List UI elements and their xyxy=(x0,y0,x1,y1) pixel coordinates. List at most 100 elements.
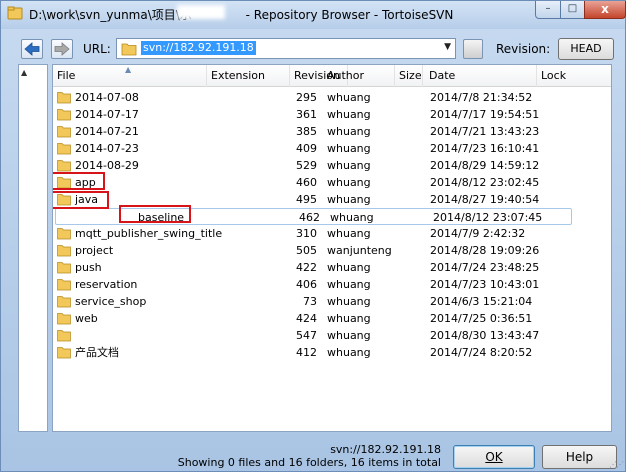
revision-cell: 422 xyxy=(296,261,317,274)
file-name: 2014-07-17 xyxy=(75,108,139,121)
author-cell: whuang xyxy=(327,91,371,104)
date-cell: 2014/7/24 23:48:25 xyxy=(430,261,540,274)
date-cell: 2014/8/30 13:43:47 xyxy=(430,329,540,342)
close-button[interactable]: x xyxy=(584,1,626,19)
file-name: 2014-07-21 xyxy=(75,125,139,138)
table-row[interactable]: 2014-07-21 385 whuang 2014/7/21 13:43:23 xyxy=(53,123,611,140)
table-row[interactable]: 2014-07-23 409 whuang 2014/7/23 16:10:41 xyxy=(53,140,611,157)
author-cell: whuang xyxy=(327,142,371,155)
file-name: 产品文档 xyxy=(75,346,119,359)
folder-icon xyxy=(57,126,71,138)
ok-button[interactable]: OK xyxy=(453,445,535,469)
revision-cell: 529 xyxy=(296,159,317,172)
table-row[interactable]: service_shop 73 whuang 2014/6/3 15:21:04 xyxy=(53,293,611,310)
table-row[interactable]: 2014-07-17 361 whuang 2014/7/17 19:54:51 xyxy=(53,106,611,123)
author-cell: whuang xyxy=(327,278,371,291)
folder-icon xyxy=(57,313,71,325)
url-label: URL: xyxy=(83,42,111,56)
table-row[interactable]: push 422 whuang 2014/7/24 23:48:25 xyxy=(53,259,611,276)
file-list[interactable]: File ▲ Extension Revision Author Size Da… xyxy=(52,64,612,432)
url-input[interactable]: svn://182.92.191.18 xyxy=(141,41,256,55)
table-row[interactable]: 547 whuang 2014/8/30 13:43:47 xyxy=(53,327,611,344)
revision-picker-icon[interactable] xyxy=(463,39,483,59)
file-name: service_shop xyxy=(75,295,147,308)
column-header-size[interactable]: Size xyxy=(395,65,423,87)
author-cell: whuang xyxy=(327,108,371,121)
author-cell: whuang xyxy=(327,227,371,240)
tree-expand-icon[interactable]: ▲ xyxy=(21,68,27,77)
help-button[interactable]: Help xyxy=(542,445,617,469)
revision-cell: 385 xyxy=(296,125,317,138)
author-cell: whuang xyxy=(327,295,371,308)
author-cell: whuang xyxy=(327,193,371,206)
annotation-box-app xyxy=(53,172,105,190)
title-bar[interactable]: D:\work\svn_yunma\项目\示 - Repository Brow… xyxy=(1,1,626,29)
file-name: web xyxy=(75,312,98,325)
revision-label: Revision: xyxy=(496,42,551,56)
revision-cell: 412 xyxy=(296,346,317,359)
author-cell: whuang xyxy=(327,125,371,138)
folder-icon xyxy=(57,92,71,104)
folder-icon xyxy=(57,109,71,121)
date-cell: 2014/7/17 19:54:51 xyxy=(430,108,540,121)
date-cell: 2014/7/25 0:36:51 xyxy=(430,312,533,325)
folder-icon xyxy=(57,347,71,359)
author-cell: whuang xyxy=(327,312,371,325)
date-cell: 2014/7/24 8:20:52 xyxy=(430,346,533,359)
author-cell: whuang xyxy=(327,176,371,189)
forward-button[interactable] xyxy=(51,39,73,59)
folder-icon xyxy=(57,262,71,274)
chevron-down-icon[interactable]: ▼ xyxy=(444,42,451,52)
file-cell: reservation xyxy=(57,276,207,293)
column-header-extension[interactable]: Extension xyxy=(207,65,290,87)
arrow-left-icon xyxy=(24,42,40,56)
repository-tree-pane[interactable]: ▲ xyxy=(18,64,48,432)
revision-cell: 505 xyxy=(296,244,317,257)
table-row[interactable]: 产品文档 412 whuang 2014/7/24 8:20:52 xyxy=(53,344,611,361)
file-cell: 2014-07-21 xyxy=(57,123,207,140)
maximize-button[interactable]: □ xyxy=(560,1,585,19)
file-cell xyxy=(57,327,207,344)
table-row[interactable]: reservation 406 whuang 2014/7/23 10:43:01 xyxy=(53,276,611,293)
table-row[interactable]: web 424 whuang 2014/7/25 0:36:51 xyxy=(53,310,611,327)
revision-cell: 361 xyxy=(296,108,317,121)
minimize-button[interactable]: – xyxy=(535,1,561,19)
column-header-lock[interactable]: Lock xyxy=(537,65,611,87)
table-row[interactable]: project 505 wanjunteng 2014/8/28 19:09:26 xyxy=(53,242,611,259)
date-cell: 2014/8/29 14:59:12 xyxy=(430,159,540,172)
back-button[interactable] xyxy=(21,39,43,59)
date-cell: 2014/7/9 2:42:32 xyxy=(430,227,526,240)
date-cell: 2014/7/21 13:43:23 xyxy=(430,125,540,138)
sort-ascending-icon: ▲ xyxy=(125,65,132,74)
resize-grip-icon[interactable]: ⋰⋰ xyxy=(609,460,624,469)
table-row[interactable]: mqtt_publisher_swing_title 310 whuang 2014/… xyxy=(53,225,611,242)
repository-browser-window: D:\work\svn_yunma\项目\示 - Repository Brow… xyxy=(0,0,626,472)
head-revision-button[interactable]: HEAD xyxy=(558,38,614,60)
tortoisesvn-app-icon xyxy=(7,6,23,20)
file-name: reservation xyxy=(75,278,138,291)
revision-cell: 460 xyxy=(296,176,317,189)
file-cell: 2014-07-17 xyxy=(57,106,207,123)
author-cell: whuang xyxy=(327,159,371,172)
date-cell: 2014/8/12 23:02:45 xyxy=(430,176,540,189)
file-name: 2014-07-23 xyxy=(75,142,139,155)
date-cell: 2014/8/28 19:09:26 xyxy=(430,244,540,257)
table-row[interactable]: 2014-07-08 295 whuang 2014/7/8 21:34:52 xyxy=(53,89,611,106)
revision-cell: 424 xyxy=(296,312,317,325)
folder-icon xyxy=(57,279,71,291)
date-cell: 2014/7/23 10:43:01 xyxy=(430,278,540,291)
folder-icon xyxy=(57,143,71,155)
column-header-date[interactable]: Date xyxy=(425,65,537,87)
revision-cell: 547 xyxy=(296,329,317,342)
table-row[interactable]: app 460 whuang 2014/8/12 23:02:45 xyxy=(53,174,611,191)
date-cell: 2014/6/3 15:21:04 xyxy=(430,295,533,308)
column-header-author[interactable]: Author xyxy=(323,65,395,87)
file-cell: 2014-07-08 xyxy=(57,89,207,106)
author-cell: whuang xyxy=(327,346,371,359)
revision-cell: 295 xyxy=(296,91,317,104)
file-cell: 产品文档 xyxy=(57,344,207,361)
url-combobox[interactable]: svn://182.92.191.18 ▼ xyxy=(116,38,456,59)
table-row[interactable]: 2014-08-29 529 whuang 2014/8/29 14:59:12 xyxy=(53,157,611,174)
date-cell: 2014/8/27 19:40:54 xyxy=(430,193,540,206)
date-cell: 2014/7/8 21:34:52 xyxy=(430,91,533,104)
